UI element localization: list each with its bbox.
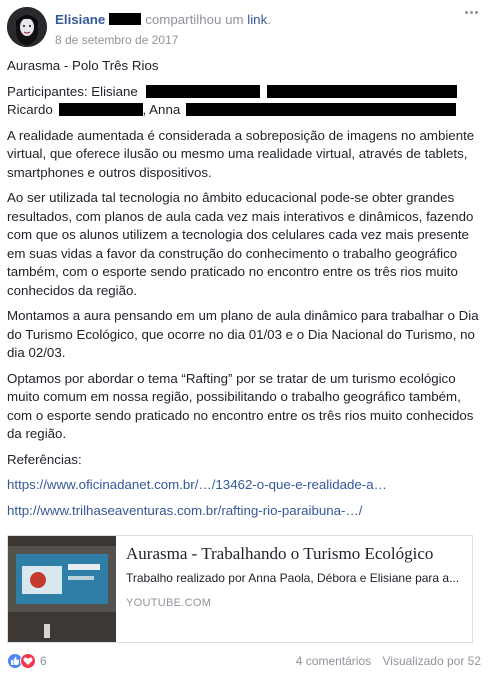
shared-link-post: Elisiane compartilhou um link. 8 de setem… [0,0,489,679]
video-thumbnail[interactable] [8,536,116,642]
post-title: Aurasma - Polo Três Rios [7,58,159,73]
participants-label: Participantes: Elisiane [7,83,138,99]
participant-anna: , Anna [142,102,181,117]
action-text: compartilhou um [145,12,244,27]
redacted-block [185,103,456,116]
avatar[interactable] [7,7,47,47]
link-preview-description: Trabalho realizado por Anna Paola, Débor… [126,571,460,585]
participants: Participantes: Elisiane Ricardo , Anna [7,83,483,120]
link-preview-title[interactable]: Aurasma - Trabalhando o Turismo Ecológic… [126,542,466,565]
reference-link[interactable]: http://www.trilhaseaventuras.com.br/raft… [7,503,362,518]
post-attribution: Elisiane compartilhou um link. [55,12,271,27]
views-count[interactable]: Visualizado por 52 [382,654,481,668]
references-label: Referências: [7,451,82,467]
shared-link-label[interactable]: link [247,12,267,27]
action-end: . [267,12,271,27]
post-date[interactable]: 8 de setembro de 2017 [55,33,178,47]
redacted-block [58,103,143,116]
paragraph: A realidade aumentada é considerada a so… [7,127,475,180]
more-options-icon[interactable] [465,11,481,21]
love-reaction-icon[interactable] [20,653,36,669]
redacted-block [109,13,142,25]
redacted-block [145,84,260,98]
link-preview-info: Aurasma - Trabalhando o Turismo Ecológic… [126,542,466,609]
post-stats: 4 comentários Visualizado por 52 [296,654,481,668]
reference-link[interactable]: https://www.oficinadanet.com.br/…/13462-… [7,477,387,492]
link-preview-domain: YOUTUBE.COM [126,597,212,609]
author-name[interactable]: Elisiane [55,12,105,27]
participant-ricardo: Ricardo [7,102,53,117]
link-preview-card[interactable]: Aurasma - Trabalhando o Turismo Ecológic… [7,535,473,643]
paragraph: Montamos a aura pensando em um plano de … [7,308,479,360]
redacted-block [267,84,458,98]
post-body: Aurasma - Polo Três Rios Participantes: … [7,57,483,527]
reaction-count[interactable]: 6 [40,654,47,668]
paragraph: Ao ser utilizada tal tecnologia no âmbit… [7,190,474,298]
comments-count[interactable]: 4 comentários [296,654,371,668]
post-footer: 6 4 comentários Visualizado por 52 [7,653,481,671]
post-header: Elisiane compartilhou um link. 8 de setem… [7,7,481,53]
paragraph: Optamos por abordar o tema “Rafting” por… [7,370,474,442]
